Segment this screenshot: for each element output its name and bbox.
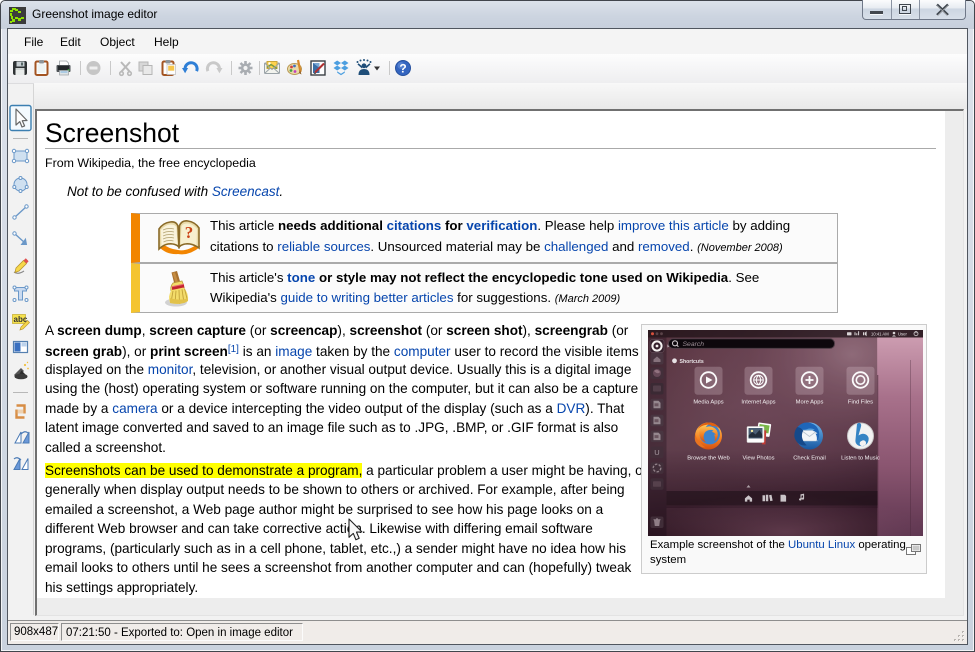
svg-text:Shortcuts: Shortcuts: [680, 359, 704, 365]
svg-text:?: ?: [399, 62, 406, 76]
svg-text:Find Files: Find Files: [848, 399, 873, 405]
svg-text:User: User: [898, 331, 907, 336]
svg-text:Internet Apps: Internet Apps: [741, 399, 775, 405]
svg-text:View Photos: View Photos: [742, 455, 774, 461]
svg-text:Browse the Web: Browse the Web: [687, 455, 729, 461]
svg-text:Search: Search: [683, 340, 705, 347]
svg-text:Check Email: Check Email: [793, 455, 826, 461]
svg-text:U: U: [654, 448, 659, 457]
svg-text:10:41 AM: 10:41 AM: [871, 331, 889, 336]
svg-text:Listen to Music: Listen to Music: [841, 455, 880, 461]
svg-text:More Apps: More Apps: [796, 399, 824, 405]
svg-text:Media Apps: Media Apps: [693, 399, 723, 405]
svg-text:?: ?: [185, 223, 194, 242]
